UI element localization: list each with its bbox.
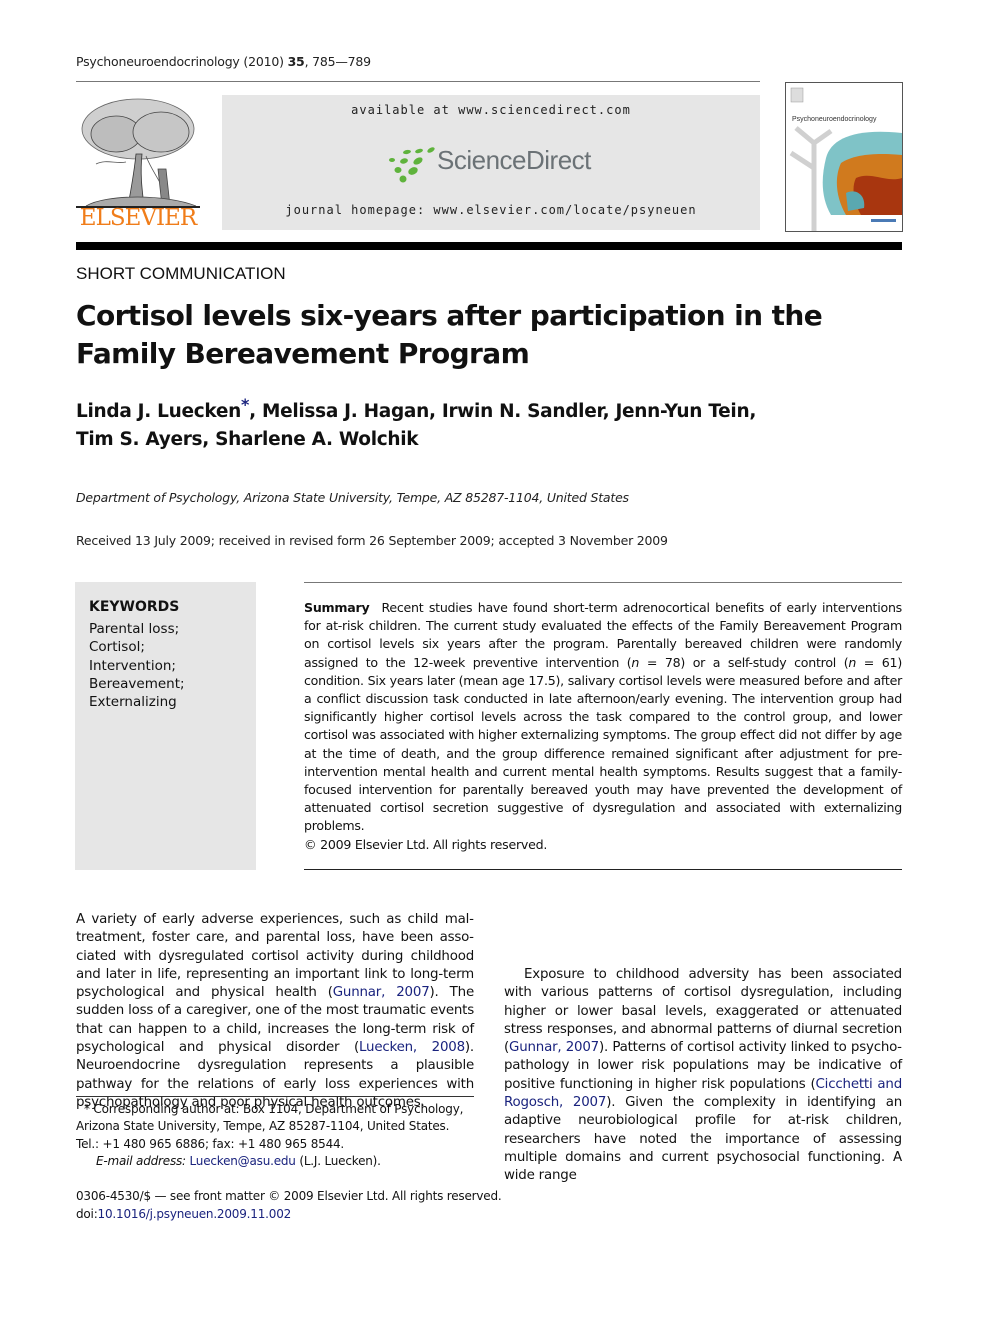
citation-link[interactable]: Gun­nar, 2007 (509, 1040, 599, 1055)
author-list: Linda J. Luecken*, Melissa J. Hagan, Irw… (76, 394, 757, 450)
n-symbol: n (848, 654, 857, 670)
footnote-phone: Tel.: +1 480 965 6886; fax: +1 480 965 8… (76, 1136, 345, 1151)
available-at-link[interactable]: available at www.sciencedirect.com (222, 103, 760, 117)
keyword-item: Cortisol; (89, 639, 145, 656)
journal-volume: 35 (287, 54, 305, 69)
received-dates: Received 13 July 2009; received in revis… (76, 533, 668, 548)
abstract-rule-top (304, 582, 902, 583)
author[interactable]: Melissa J. Hagan (262, 401, 429, 422)
elsevier-wordmark: ELSEVIER (79, 205, 197, 231)
body-column-right: Exposure to childhood adversity has been… (504, 911, 902, 1186)
citation-link[interactable]: Luecken, 2008 (359, 1040, 465, 1055)
author[interactable]: Sharlene A. Wolchik (215, 429, 418, 450)
abstract: Summary Recent studies have found short-t… (304, 599, 902, 854)
sciencedirect-banner: available at www.sciencedirect.com Scien… (222, 95, 760, 230)
email-label: E-mail address: (96, 1153, 186, 1168)
author-affiliation: Department of Psychology, Arizona State … (76, 490, 629, 505)
masthead-rule (76, 242, 902, 250)
keyword-item: Bereavement; (89, 675, 185, 692)
email-link[interactable]: Luecken@asu.edu (190, 1154, 296, 1168)
abstract-copyright: © 2009 Elsevier Ltd. All rights reserved… (304, 836, 548, 852)
abstract-rule-bottom (304, 869, 902, 870)
email-suffix: (L.J. Luecken). (295, 1153, 381, 1168)
keywords-panel: KEYWORDS Parental loss; Cortisol; Interv… (75, 582, 256, 870)
footnote-email-line: E-mail address: Luecken@asu.edu (L.J. Lu… (76, 1153, 476, 1170)
n-symbol: n (631, 654, 640, 670)
corresponding-author-mark[interactable]: * (241, 395, 249, 414)
journal-reference: Psychoneuroendocrinology (2010) 35, 785—… (76, 54, 371, 69)
body-column-left: A variety of early adverse experiences, … (76, 911, 474, 1112)
doi-line: doi:10.1016/j.psyneuen.2009.11.002 (76, 1206, 676, 1224)
keywords-list: Parental loss; Cortisol; Intervention; B… (89, 620, 185, 711)
journal-homepage-link[interactable]: journal homepage: www.elsevier.com/locat… (222, 203, 760, 217)
header-rule (76, 81, 760, 82)
doi-label: doi: (76, 1206, 98, 1221)
journal-pages: 785—789 (312, 54, 371, 69)
cover-artwork (789, 87, 902, 231)
author[interactable]: Irwin N. Sandler (442, 401, 603, 422)
journal-name: Psychoneuroendocrinology (76, 54, 240, 69)
doi-link[interactable]: 10.1016/j.psyneuen.2009.11.002 (98, 1207, 292, 1221)
journal-cover-thumbnail: Psychoneuroendocrinology (785, 82, 903, 232)
keywords-heading: KEYWORDS (89, 599, 180, 615)
journal-year: (2010) (243, 54, 284, 69)
author[interactable]: Jenn-Yun Tein (615, 401, 749, 422)
abstract-text: = 61) condition. Six years later (mean a… (304, 654, 902, 834)
article-title: Cortisol levels six-years after particip… (76, 299, 823, 370)
keyword-item: Parental loss; (89, 621, 180, 637)
abstract-text: = 78) or a self-study control ( (639, 654, 849, 670)
footnote-address: * Corresponding author at: Box 1104, Dep… (76, 1102, 464, 1134)
article-section-type: SHORT COMMUNICATION (76, 264, 286, 283)
sciencedirect-dots-icon (389, 147, 435, 183)
sciencedirect-logo-text: ScienceDirect (437, 145, 591, 175)
citation-link[interactable]: Gunnar, 2007 (333, 985, 430, 1000)
author[interactable]: Tim S. Ayers (76, 429, 203, 450)
issn-line: 0306-4530/$ — see front matter © 2009 El… (76, 1189, 502, 1203)
keyword-item: Intervention; (89, 657, 176, 674)
body-paragraph: Exposure to childhood adversity has been… (504, 966, 902, 1186)
corresponding-author-footnote: * Corresponding author at: Box 1104, Dep… (76, 1101, 476, 1170)
abstract-label: Summary (304, 600, 370, 615)
cover-journal-title: Psychoneuroendocrinology (792, 116, 877, 123)
front-matter: 0306-4530/$ — see front matter © 2009 El… (76, 1188, 676, 1223)
footnote-rule (76, 1096, 474, 1097)
keyword-item: Externalizing (89, 694, 177, 711)
body-paragraph: A variety of early adverse experiences, … (76, 911, 474, 1112)
author[interactable]: Linda J. Luecken (76, 401, 241, 422)
